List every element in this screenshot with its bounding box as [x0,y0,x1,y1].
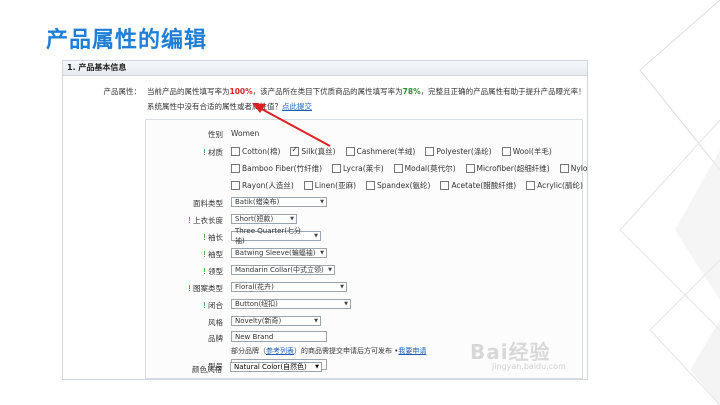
watermark-url: jingyan.baidu.com [492,362,566,371]
watermark-logo: Bai经验 [470,340,551,364]
annotation-arrow [252,103,331,147]
